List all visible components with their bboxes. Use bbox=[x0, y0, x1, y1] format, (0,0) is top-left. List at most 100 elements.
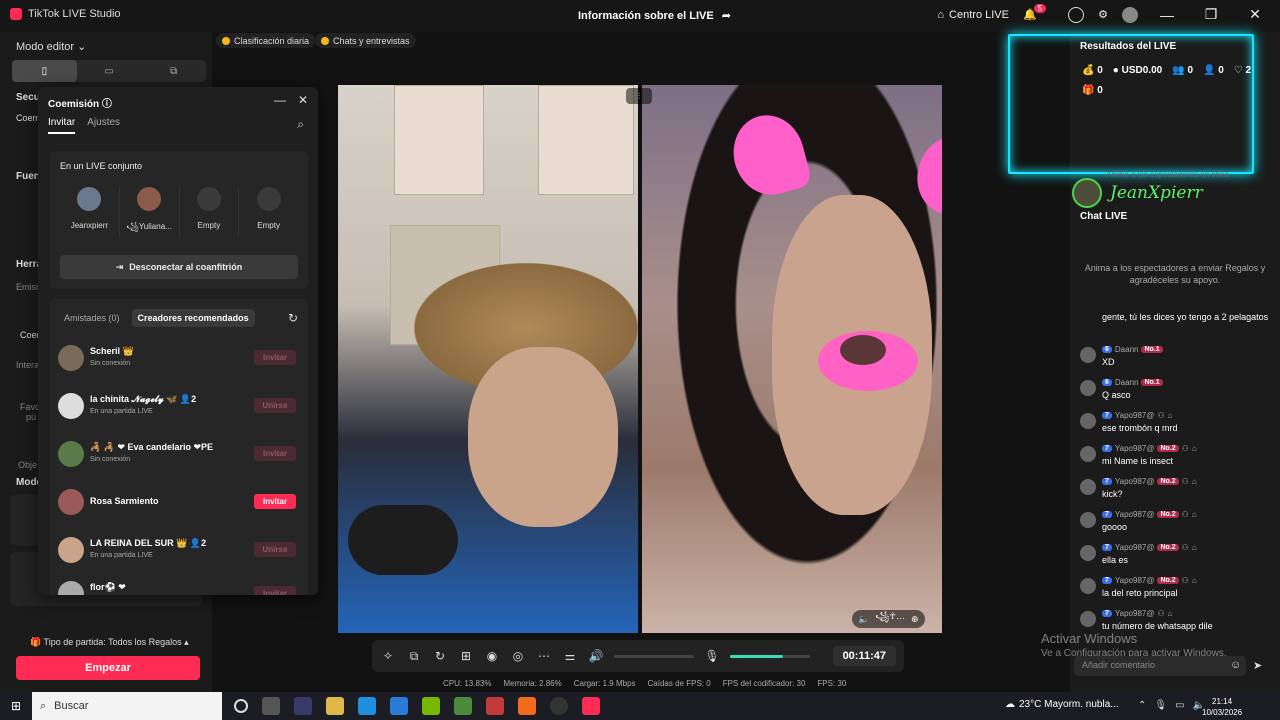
search-icon[interactable]: ⌕ bbox=[297, 117, 304, 132]
invite-button[interactable]: Invitar bbox=[254, 350, 296, 365]
mic-slider[interactable] bbox=[730, 654, 810, 658]
rank-badge: No.2 bbox=[1157, 478, 1179, 485]
game-icon[interactable] bbox=[454, 697, 472, 715]
search-icon: ⌕ bbox=[40, 699, 47, 712]
disconnect-cohost-button[interactable]: ⇥ Desconectar al coanfitrión bbox=[60, 255, 298, 279]
weather-widget[interactable]: ☁ 23°C Mayorm. nubla... bbox=[1005, 699, 1119, 710]
tool-objects[interactable]: Obje bbox=[18, 460, 37, 470]
multi-layout-icon[interactable]: ⧉ bbox=[141, 60, 206, 82]
match-type-selector[interactable]: 🎁 Tipo de partida: Todos los Regalos ▴ bbox=[30, 637, 189, 648]
invite-button[interactable]: Invitar bbox=[254, 446, 296, 461]
chat-user[interactable]: Yapo987@ bbox=[1115, 477, 1155, 486]
portrait-icon[interactable]: ▯ bbox=[12, 60, 77, 82]
chat-user[interactable]: Daann bbox=[1115, 378, 1139, 387]
chat-user[interactable]: Yapo987@ bbox=[1115, 411, 1155, 420]
add-source-icon[interactable]: ⊞ bbox=[458, 649, 474, 663]
close-icon[interactable]: ✕ bbox=[298, 93, 308, 107]
refresh-icon[interactable]: ↻ bbox=[288, 311, 298, 325]
layout-toggle-icon[interactable]: ⫶ bbox=[626, 88, 652, 104]
minimize-icon[interactable]: — bbox=[274, 93, 286, 107]
chat-user[interactable]: Yapo987@ bbox=[1115, 543, 1155, 552]
coins-stat: 💰 0 bbox=[1082, 65, 1103, 76]
share-icon[interactable]: ➦ bbox=[722, 9, 731, 22]
chat-user[interactable]: Yapo987@ bbox=[1115, 576, 1155, 585]
chats-interviews-pill[interactable]: Chats y entrevistas bbox=[315, 33, 416, 48]
chat-text: tu número de whatsapp dile bbox=[1102, 621, 1213, 631]
centro-live-button[interactable]: ⌂ Centro LIVE bbox=[937, 9, 1009, 21]
taskbar-search[interactable]: ⌕ Buscar bbox=[32, 692, 222, 720]
gear-icon[interactable]: ⚙ bbox=[1098, 8, 1108, 21]
team-icon: ⚇ bbox=[1181, 576, 1189, 585]
obs-icon[interactable] bbox=[550, 697, 568, 715]
screen-icon[interactable]: ⧉ bbox=[406, 649, 422, 664]
comment-input[interactable]: Añadir comentario bbox=[1074, 656, 1246, 676]
tab-invite[interactable]: Invitar bbox=[48, 117, 76, 134]
notifications-button[interactable]: 🔔 5 bbox=[1023, 4, 1054, 21]
invite-button[interactable]: Invitar bbox=[254, 586, 296, 595]
daily-ranking-pill[interactable]: Clasificación diaria bbox=[216, 33, 316, 48]
join-button[interactable]: Unirse bbox=[254, 398, 296, 413]
chat-user[interactable]: Yapo987@ bbox=[1115, 609, 1155, 618]
chat-user[interactable]: Daann bbox=[1115, 345, 1139, 354]
task-view-icon[interactable] bbox=[234, 699, 248, 713]
tiktok-icon[interactable] bbox=[582, 697, 600, 715]
mic-icon[interactable]: 🎙 bbox=[704, 649, 720, 663]
speedometer-icon[interactable] bbox=[294, 697, 312, 715]
mic-tray-icon[interactable]: 🎙 bbox=[1154, 700, 1167, 711]
start-live-button[interactable]: Empezar bbox=[16, 656, 200, 680]
tool-favorites[interactable]: Favo bbox=[20, 402, 40, 412]
section-coem[interactable]: Coem bbox=[16, 113, 40, 123]
network-icon[interactable]: ▭ bbox=[1175, 700, 1184, 711]
chat-user[interactable]: Yapo987@ bbox=[1115, 444, 1155, 453]
app-icon[interactable] bbox=[486, 697, 504, 715]
guest-tag[interactable]: 🔈 ꧁☥… ⊕ bbox=[852, 610, 925, 628]
capture-icon[interactable]: ◎ bbox=[510, 649, 526, 663]
windows-start-icon[interactable]: ⊞ bbox=[0, 699, 32, 713]
tab-friends[interactable]: Amistades (0) bbox=[58, 309, 126, 327]
tool-emission[interactable]: Emisi bbox=[16, 282, 38, 292]
landscape-icon[interactable]: ▭ bbox=[77, 60, 142, 82]
mode-editor-dropdown[interactable]: Modo editor ⌄ bbox=[16, 40, 86, 53]
live-video-preview[interactable] bbox=[338, 85, 942, 633]
nvidia-icon[interactable] bbox=[422, 697, 440, 715]
invite-button[interactable]: Invitar bbox=[254, 494, 296, 509]
tab-recommended[interactable]: Creadores recomendados bbox=[131, 309, 255, 327]
chat-user[interactable]: Yapo987@ bbox=[1115, 510, 1155, 519]
more-icon[interactable]: ⋯ bbox=[536, 649, 552, 663]
cohost-slot[interactable]: ꧁Yuliana... bbox=[120, 187, 180, 237]
record-icon[interactable]: ◉ bbox=[484, 649, 500, 663]
chat-text: ella es bbox=[1102, 555, 1129, 565]
refresh-icon[interactable]: ↻ bbox=[432, 649, 448, 663]
edge-browser-icon[interactable] bbox=[358, 697, 376, 715]
volume-icon[interactable]: 🔊 bbox=[588, 649, 604, 663]
live-info-title[interactable]: Información sobre el LIVE ➦ bbox=[578, 9, 731, 23]
help-icon[interactable] bbox=[1068, 6, 1085, 23]
effects-icon[interactable]: ✧ bbox=[380, 649, 396, 663]
maximize-icon[interactable]: ❐ bbox=[1196, 6, 1226, 23]
cohost-slot[interactable]: Empty bbox=[180, 187, 240, 237]
info-icon[interactable]: ⓘ bbox=[102, 99, 112, 110]
close-icon[interactable]: ✕ bbox=[1240, 6, 1270, 23]
tab-settings[interactable]: Ajustes bbox=[87, 117, 120, 134]
user-avatar[interactable] bbox=[1122, 6, 1138, 23]
volume-slider[interactable] bbox=[614, 654, 694, 658]
cohost-slot[interactable]: Jeanxpierr bbox=[60, 187, 120, 237]
avatar bbox=[58, 441, 84, 467]
stat-fps-drops: Caídas de FPS: 0 bbox=[647, 679, 711, 688]
chevron-up-icon[interactable]: ⌃ bbox=[1138, 700, 1146, 711]
brave-browser-icon[interactable] bbox=[518, 697, 536, 715]
join-button[interactable]: Unirse bbox=[254, 542, 296, 557]
widgets-icon[interactable] bbox=[262, 697, 280, 715]
send-icon[interactable]: ➤ bbox=[1253, 659, 1262, 672]
store-icon[interactable] bbox=[326, 697, 344, 715]
add-icon[interactable]: ⊕ bbox=[911, 614, 919, 625]
likes-value: 2 bbox=[1245, 65, 1252, 76]
speaker-icon[interactable]: 🔈 bbox=[858, 614, 869, 625]
mail-icon[interactable] bbox=[390, 697, 408, 715]
emoji-icon[interactable]: ☺ bbox=[1230, 659, 1241, 671]
settings-sliders-icon[interactable]: ⚌ bbox=[562, 649, 578, 663]
taskbar-clock[interactable]: 21:14 10/03/2026 bbox=[1202, 696, 1242, 718]
tool-interaction[interactable]: Intera bbox=[16, 360, 39, 370]
minimize-icon[interactable]: — bbox=[1152, 7, 1182, 23]
cohost-slot[interactable]: Empty bbox=[239, 187, 298, 237]
